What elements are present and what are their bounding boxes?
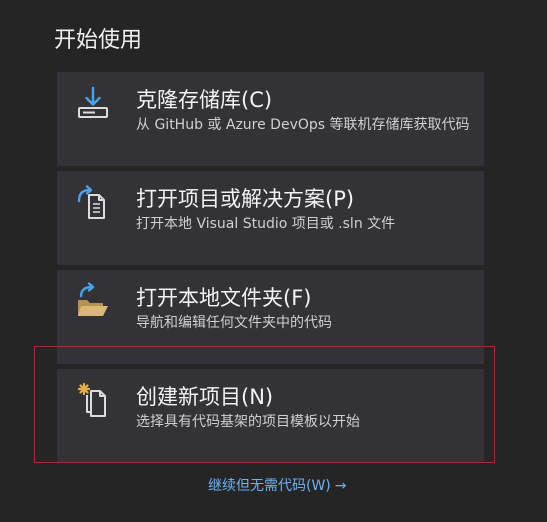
clone-repository-button[interactable]: 克隆存储库(C) 从 GitHub 或 Azure DevOps 等联机存储库获… (57, 72, 484, 166)
continue-without-code-link[interactable]: 继续但无需代码(W) → (208, 476, 347, 496)
clone-repository-icon (73, 84, 113, 124)
create-new-project-button[interactable]: 创建新项目(N) 选择具有代码基架的项目模板以开始 (57, 369, 484, 463)
card-description: 打开本地 Visual Studio 项目或 .sln 文件 (136, 216, 396, 232)
section-title: 开始使用 (54, 28, 143, 53)
card-title: 打开本地文件夹(F) (136, 286, 312, 310)
get-started-list: 克隆存储库(C) 从 GitHub 或 Azure DevOps 等联机存储库获… (57, 72, 484, 468)
card-title: 打开项目或解决方案(P) (136, 187, 355, 211)
card-description: 导航和编辑任何文件夹中的代码 (136, 315, 332, 331)
card-title: 克隆存储库(C) (136, 88, 273, 112)
card-title: 创建新项目(N) (136, 385, 274, 409)
continue-link-label: 继续但无需代码(W) (208, 478, 331, 494)
card-description: 从 GitHub 或 Azure DevOps 等联机存储库获取代码 (136, 117, 470, 133)
arrow-right-icon: → (334, 478, 347, 494)
open-project-icon (73, 183, 113, 223)
new-project-icon (73, 381, 113, 421)
card-description: 选择具有代码基架的项目模板以开始 (136, 414, 360, 430)
open-folder-icon (73, 282, 113, 322)
open-local-folder-button[interactable]: 打开本地文件夹(F) 导航和编辑任何文件夹中的代码 (57, 270, 484, 364)
open-project-button[interactable]: 打开项目或解决方案(P) 打开本地 Visual Studio 项目或 .sln… (57, 171, 484, 265)
start-page: 开始使用 克隆存储库(C) 从 GitHub 或 Azure DevOps 等联… (0, 0, 547, 522)
